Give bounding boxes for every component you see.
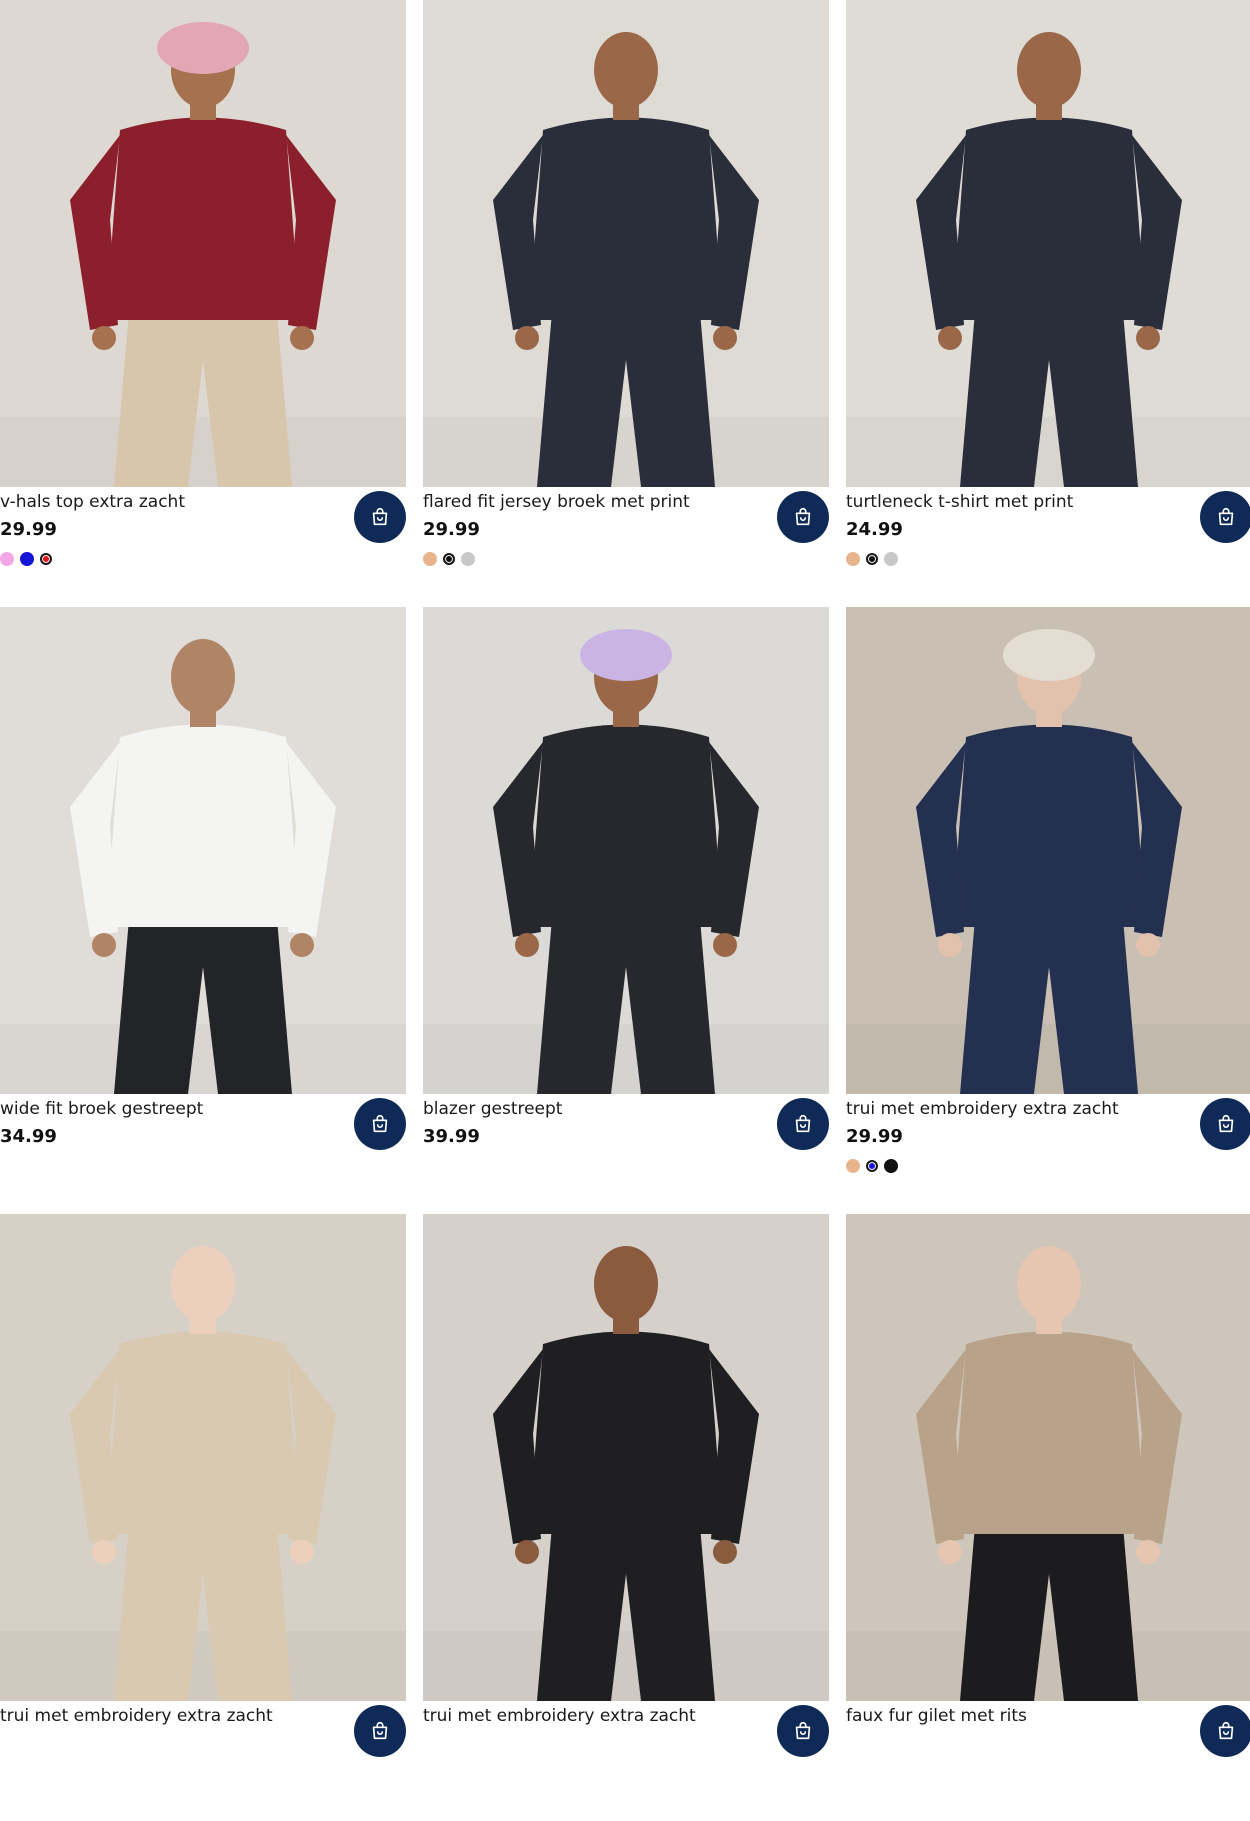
shopping-bag-icon [372,1114,388,1133]
product-price: 29.99 [423,519,480,540]
color-swatch[interactable] [461,552,475,566]
product-image[interactable] [846,0,1250,487]
shopping-bag-icon [372,1721,388,1740]
color-swatch[interactable] [20,552,34,566]
product-image[interactable] [0,1214,406,1701]
shopping-bag-icon [1218,1721,1234,1740]
color-swatches [0,552,52,566]
color-swatch[interactable] [866,1160,878,1172]
product-image[interactable] [423,607,829,1094]
product-image[interactable] [846,1214,1250,1701]
color-swatch[interactable] [846,1159,860,1173]
product-image[interactable] [846,607,1250,1094]
color-swatches [846,552,898,566]
product-price: 29.99 [846,1126,903,1147]
product-name[interactable]: turtleneck t-shirt met print [846,492,1073,513]
shopping-bag-icon [795,1721,811,1740]
product-card-6[interactable]: trui met embroidery extra zacht 29.99 [846,607,1250,1214]
shopping-bag-icon [1218,507,1234,526]
color-swatch[interactable] [443,553,455,565]
add-to-cart-button[interactable] [777,1705,829,1757]
product-price: 24.99 [846,519,903,540]
product-price: 39.99 [423,1126,480,1147]
product-image[interactable] [0,607,406,1094]
product-card-9[interactable]: faux fur gilet met rits [846,1214,1250,1821]
shopping-bag-icon [1218,1114,1234,1133]
product-name[interactable]: wide fit broek gestreept [0,1099,203,1120]
product-card-5[interactable]: blazer gestreept 39.99 [423,607,829,1214]
add-to-cart-button[interactable] [777,1098,829,1150]
product-image[interactable] [423,0,829,487]
product-card-1[interactable]: v-hals top extra zacht 29.99 [0,0,406,607]
product-name[interactable]: trui met embroidery extra zacht [846,1099,1119,1120]
add-to-cart-button[interactable] [1200,1705,1250,1757]
color-swatches [846,1159,898,1173]
add-to-cart-button[interactable] [777,491,829,543]
shopping-bag-icon [795,1114,811,1133]
product-name[interactable]: v-hals top extra zacht [0,492,185,513]
product-card-7[interactable]: trui met embroidery extra zacht [0,1214,406,1821]
color-swatch[interactable] [0,552,14,566]
color-swatch[interactable] [884,1159,898,1173]
product-card-3[interactable]: turtleneck t-shirt met print 24.99 [846,0,1250,607]
product-price: 34.99 [0,1126,57,1147]
add-to-cart-button[interactable] [354,491,406,543]
add-to-cart-button[interactable] [1200,1098,1250,1150]
color-swatch[interactable] [40,553,52,565]
add-to-cart-button[interactable] [354,1098,406,1150]
product-image[interactable] [0,0,406,487]
product-image[interactable] [423,1214,829,1701]
add-to-cart-button[interactable] [1200,491,1250,543]
color-swatches [423,552,475,566]
product-price: 29.99 [0,519,57,540]
product-card-2[interactable]: flared fit jersey broek met print 29.99 [423,0,829,607]
shopping-bag-icon [795,507,811,526]
shopping-bag-icon [372,507,388,526]
product-card-4[interactable]: wide fit broek gestreept 34.99 [0,607,406,1214]
color-swatch[interactable] [884,552,898,566]
add-to-cart-button[interactable] [354,1705,406,1757]
product-card-8[interactable]: trui met embroidery extra zacht [423,1214,829,1821]
color-swatch[interactable] [423,552,437,566]
product-name[interactable]: blazer gestreept [423,1099,562,1120]
product-name[interactable]: flared fit jersey broek met print [423,492,690,513]
color-swatch[interactable] [846,552,860,566]
color-swatch[interactable] [866,553,878,565]
